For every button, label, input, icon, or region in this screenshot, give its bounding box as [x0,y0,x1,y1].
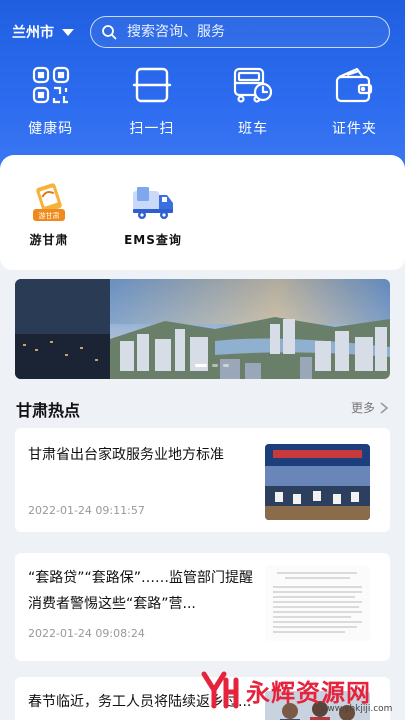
scan-icon [129,62,175,108]
travel-gansu-icon: 游甘肃 [33,183,65,221]
quick-action-label: 证件夹 [331,121,377,137]
service-travel-gansu[interactable]: 游甘肃 游甘肃 [14,183,84,248]
quick-actions: 健康码 扫一扫 班车 证件夹 [0,62,405,152]
quick-action-bus[interactable]: 班车 [203,62,304,152]
caret-down-icon [62,28,74,36]
search-icon [102,25,117,40]
ems-truck-icon [133,187,173,219]
news-card[interactable]: “套路贷”“套路保”……监管部门提醒消费者警惕这些“套路”营... 2022-0… [15,553,390,661]
carousel-dot [223,364,229,367]
city-label: 兰州市 [12,25,54,41]
news-time: 2022-01-24 09:08:24 [28,627,145,640]
section-title: 甘肃热点 [16,401,81,420]
more-label: 更多 [350,401,375,415]
quick-action-label: 健康码 [28,121,74,137]
carousel-indicator [195,364,229,367]
quick-action-label: 班车 [238,121,269,137]
svg-text:游甘肃: 游甘肃 [39,211,60,220]
service-label: EMS查询 [124,233,182,247]
news-title: 甘肃省出台家政服务业地方标准 [28,447,224,463]
news-thumbnail [265,444,370,520]
wallet-icon [331,62,377,108]
services-card: 游甘肃 游甘肃 EMS查询 [0,155,405,270]
quick-action-label: 扫一扫 [129,121,175,137]
carousel-dot [195,364,207,367]
quick-action-wallet[interactable]: 证件夹 [304,62,405,152]
watermark-mark-icon [201,671,239,709]
more-link[interactable]: 更多 [351,399,389,416]
news-title: “套路贷”“套路保”……监管部门提醒消费者警惕这些“套路”营... [28,570,254,612]
watermark-url: www.yhkjiji.com [320,704,393,714]
watermark-logo: 永辉资源网 www.yhkjiji.com [200,660,405,720]
news-card[interactable]: 甘肃省出台家政服务业地方标准 2022-01-24 09:11:57 [15,428,390,532]
quick-action-health-code[interactable]: 健康码 [0,62,101,152]
service-label: 游甘肃 [29,233,69,247]
service-ems-query[interactable]: EMS查询 [118,183,188,248]
top-bar: 兰州市 [0,14,405,50]
qr-code-icon [28,62,74,108]
search-input[interactable] [127,24,367,40]
search-bar[interactable] [90,16,390,48]
quick-action-scan[interactable]: 扫一扫 [101,62,202,152]
carousel-dot [212,364,218,367]
watermark-text: 永辉资源网 [246,678,371,707]
city-selector[interactable]: 兰州市 [12,22,74,42]
news-thumbnail [265,565,370,641]
bus-icon [230,62,276,108]
banner-carousel[interactable] [15,279,390,379]
news-time: 2022-01-24 09:11:57 [28,504,145,517]
chevron-right-icon [380,401,389,414]
